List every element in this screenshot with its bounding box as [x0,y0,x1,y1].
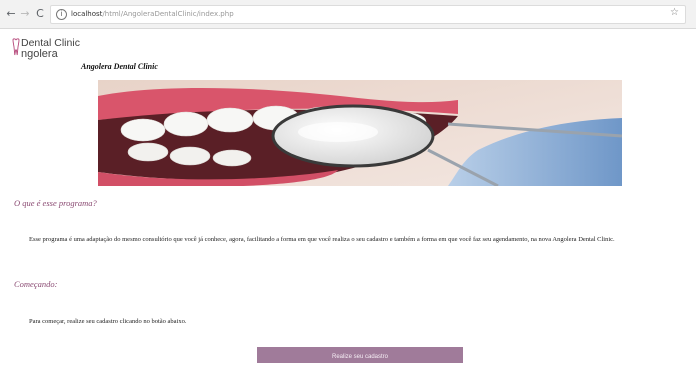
info-icon[interactable]: i [56,9,67,20]
reload-icon[interactable]: C [33,7,47,21]
url-path: /html/AngoleraDentalClinic/index.php [102,10,234,18]
back-arrow-icon[interactable]: ← [4,7,18,21]
register-button[interactable]: Realize seu cadastro [257,347,463,363]
banner-illustration [98,80,622,186]
clinic-name: Angolera Dental Clinic [81,62,158,71]
site-logo[interactable]: Dental Clinic ngolera [12,36,82,66]
forward-arrow-icon[interactable]: → [18,7,32,21]
url-text[interactable]: localhost/html/AngoleraDentalClinic/inde… [71,8,234,21]
about-heading: O que é esse programa? [14,198,97,208]
url-host: localhost [71,10,103,18]
address-bar[interactable]: i localhost/html/AngoleraDentalClinic/in… [50,5,686,24]
logo-text-line2: ngolera [21,48,58,60]
browser-toolbar: ← → C i localhost/html/AngoleraDentalCli… [0,0,696,29]
dental-banner-image [98,80,622,186]
about-text: Esse programa é uma adaptação do mesmo c… [29,236,615,243]
start-text: Para começar, realize seu cadastro clica… [29,318,187,325]
tooth-icon [12,38,20,56]
bookmark-star-icon[interactable]: ☆ [670,7,679,18]
start-heading: Começando: [14,279,58,289]
